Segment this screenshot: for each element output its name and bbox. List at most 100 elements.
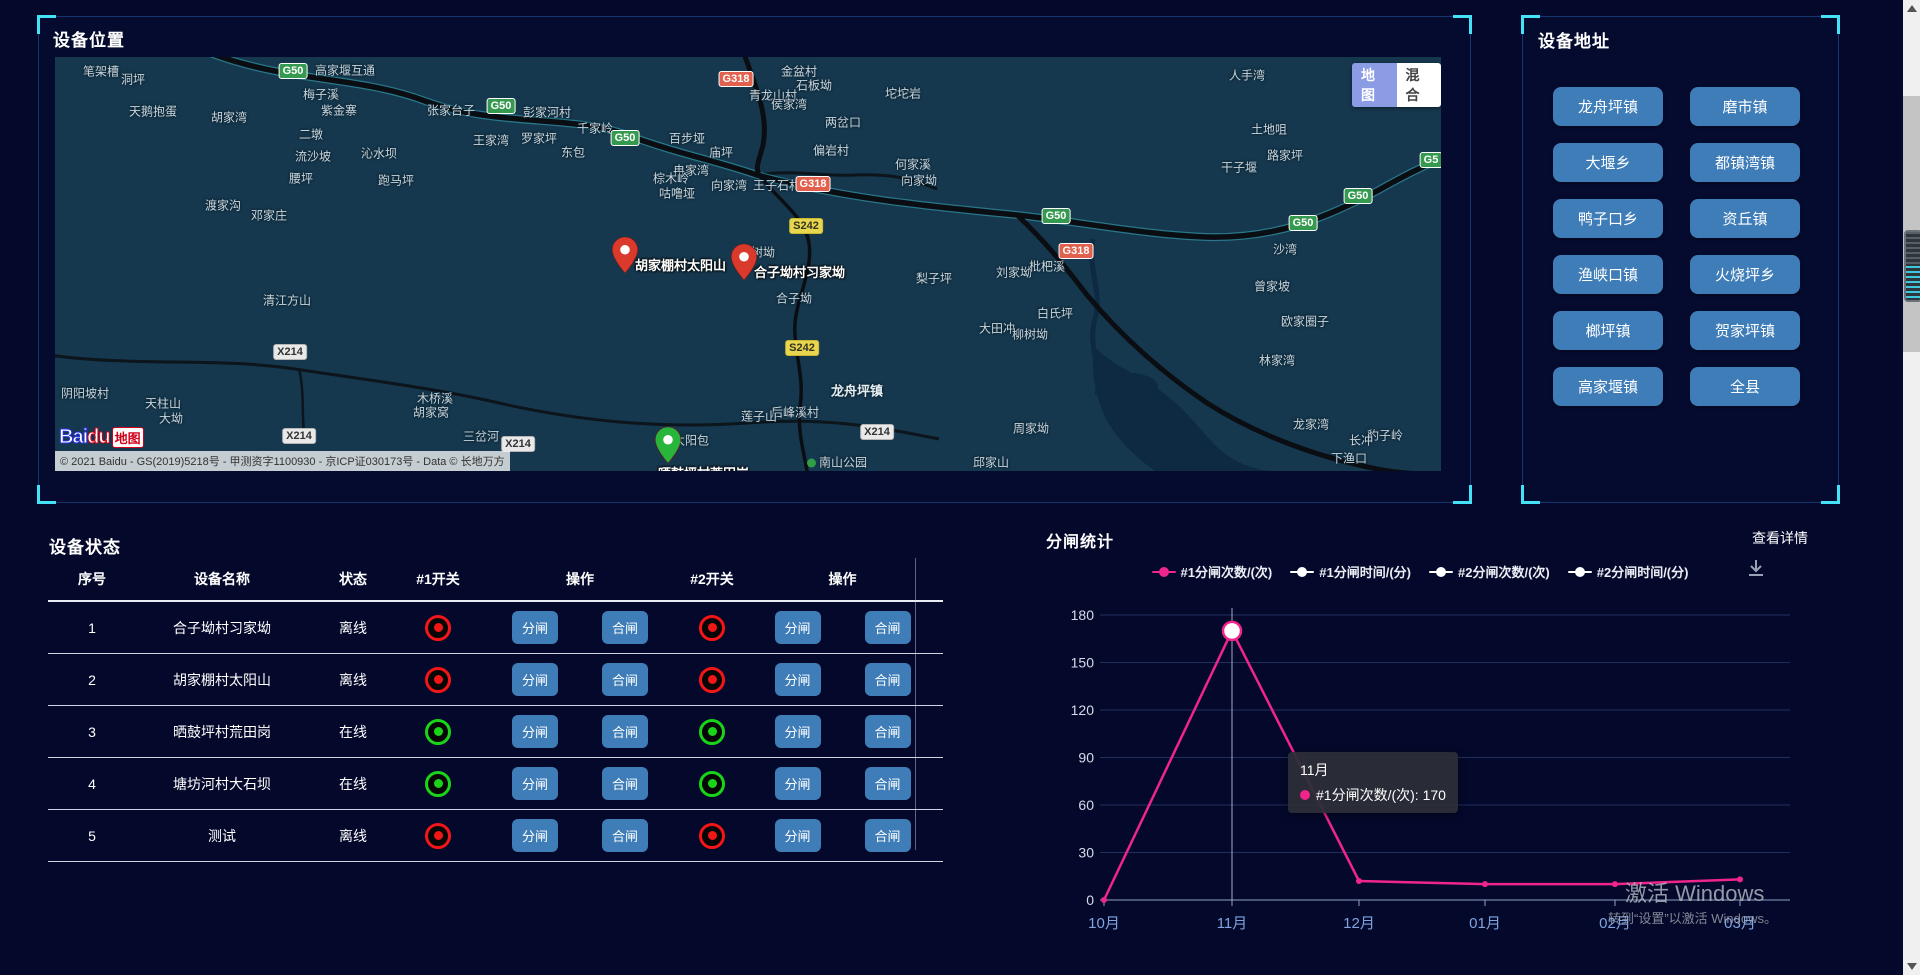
road-badge-X214: X214 [860, 424, 894, 440]
map-marker-label: 胡家棚村太阳山 [635, 255, 726, 274]
open-switch-button[interactable]: 分闸 [775, 663, 821, 696]
map-place-label: 龙舟坪镇 [831, 381, 883, 400]
map-marker-晒鼓坪村荒田岗[interactable] [655, 427, 681, 463]
row-actions: 分闸 合闸 [478, 767, 682, 800]
map-place-label: 柳树坳 [1012, 326, 1048, 343]
close-switch-button[interactable]: 合闸 [602, 663, 648, 696]
close-switch-button[interactable]: 合闸 [865, 611, 911, 644]
map-place-label: 张家台子 [427, 102, 475, 119]
table-scrollbar[interactable] [915, 558, 916, 850]
map-place-label: 石板坳 [796, 77, 832, 94]
open-switch-button[interactable]: 分闸 [775, 611, 821, 644]
map-place-label: 阴阳坡村 [61, 385, 109, 402]
close-switch-button[interactable]: 合闸 [602, 611, 648, 644]
row-index: 2 [48, 672, 136, 688]
legend-label: #1分闸次数/(次) [1181, 562, 1273, 581]
map-place-label: 罗家坪 [521, 130, 557, 147]
series-dot-icon [1300, 790, 1310, 800]
switch-on-indicator [425, 771, 451, 797]
map-type-option-混合[interactable]: 混合 [1397, 63, 1442, 107]
legend-marker-icon [1290, 571, 1314, 573]
map-place-label: 天鹅抱蛋 [129, 103, 177, 120]
open-switch-button[interactable]: 分闸 [775, 819, 821, 852]
address-button-大堰乡[interactable]: 大堰乡 [1553, 143, 1663, 182]
scrollbar-down-arrow-icon[interactable] [1907, 963, 1917, 970]
device-address-title: 设备地址 [1538, 27, 1610, 52]
open-switch-button[interactable]: 分闸 [512, 663, 558, 696]
open-switch-button[interactable]: 分闸 [512, 767, 558, 800]
address-button-grid: 龙舟坪镇磨市镇大堰乡都镇湾镇鸭子口乡资丘镇渔峡口镇火烧坪乡榔坪镇贺家坪镇高家堰镇… [1553, 87, 1800, 406]
address-button-都镇湾镇[interactable]: 都镇湾镇 [1690, 143, 1800, 182]
row-index: 3 [48, 724, 136, 740]
close-switch-button[interactable]: 合闸 [865, 819, 911, 852]
baidu-map[interactable]: 笔架槽洞坪天鹅抱蛋胡家湾高家堰互通梅子溪紫金寨二墩流沙坡沁水坝跑马坪腰坪渡家沟邓… [55, 57, 1441, 471]
svg-text:150: 150 [1071, 655, 1095, 671]
map-type-option-地图[interactable]: 地图 [1352, 63, 1397, 107]
map-place-label: 后峰溪村 [771, 404, 819, 421]
map-place-label: 莲子山 [741, 408, 777, 425]
open-switch-button[interactable]: 分闸 [512, 819, 558, 852]
map-place-label: 大坳 [159, 410, 183, 427]
address-button-鸭子口乡[interactable]: 鸭子口乡 [1553, 199, 1663, 238]
switch-indicator-cell [398, 719, 478, 745]
tooltip-value: #1分闸次数/(次): 170 [1316, 787, 1446, 803]
road-badge-G50: G50 [611, 130, 640, 146]
scrollbar-up-arrow-icon[interactable] [1907, 5, 1917, 12]
address-button-榔坪镇[interactable]: 榔坪镇 [1553, 311, 1663, 350]
address-button-渔峡口镇[interactable]: 渔峡口镇 [1553, 255, 1663, 294]
road-badge-G318: G318 [1059, 243, 1094, 259]
close-switch-button[interactable]: 合闸 [865, 767, 911, 800]
map-place-label: 龙家湾 [1293, 416, 1329, 433]
map-place-label: 东包 [561, 144, 585, 161]
table-row: 3晒鼓坪村荒田岗在线分闸合闸分闸合闸 [48, 706, 943, 758]
windows-activation-watermark: 激活 Windows [1625, 876, 1764, 908]
map-type-control[interactable]: 地图混合 [1352, 63, 1441, 107]
address-button-龙舟坪镇[interactable]: 龙舟坪镇 [1553, 87, 1663, 126]
address-button-火烧坪乡[interactable]: 火烧坪乡 [1690, 255, 1800, 294]
close-switch-button[interactable]: 合闸 [865, 715, 911, 748]
legend-item[interactable]: #1分闸次数/(次) [1152, 562, 1273, 581]
address-button-高家堰镇[interactable]: 高家堰镇 [1553, 367, 1663, 406]
dashboard-page: 设备位置 笔架槽洞坪天鹅抱蛋胡家湾高家堰互通梅子溪紫金寨二墩流沙坡沁水坝跑马坪腰… [0, 0, 1920, 975]
close-switch-button[interactable]: 合闸 [602, 715, 648, 748]
map-place-label: 人手湾 [1229, 67, 1265, 84]
legend-dot-icon [1159, 567, 1169, 577]
map-place-label: 彭家河村 [523, 104, 571, 121]
device-status: 在线 [308, 774, 398, 794]
address-button-全县[interactable]: 全县 [1690, 367, 1800, 406]
road-badge-G50: G50 [1344, 188, 1373, 204]
map-place-label: 腰坪 [289, 170, 313, 187]
scroll-indicator-widget[interactable] [1904, 230, 1920, 302]
map-place-label: 周家坳 [1013, 420, 1049, 437]
table-header-cell: 操作 [742, 569, 943, 589]
map-place-label: 沙湾 [1273, 241, 1297, 258]
map-place-label: 千家岭 [577, 120, 613, 137]
open-switch-button[interactable]: 分闸 [775, 767, 821, 800]
close-switch-button[interactable]: 合闸 [602, 767, 648, 800]
windows-activation-watermark-sub: 转到“设置”以激活 Windows。 [1608, 908, 1777, 927]
page-scrollbar[interactable] [1903, 0, 1920, 975]
map-place-label: 侯家湾 [771, 96, 807, 113]
close-switch-button[interactable]: 合闸 [602, 819, 648, 852]
address-button-资丘镇[interactable]: 资丘镇 [1690, 199, 1800, 238]
chart-legend: #1分闸次数/(次) #1分闸时间/(分) #2分闸次数/(次) #2分闸时间/(分) [1080, 562, 1760, 581]
svg-text:30: 30 [1078, 845, 1094, 861]
road-badge-G5: G5 [1420, 152, 1441, 168]
open-switch-button[interactable]: 分闸 [775, 715, 821, 748]
open-switch-button[interactable]: 分闸 [512, 611, 558, 644]
table-header-cell: 操作 [478, 569, 682, 589]
view-details-link[interactable]: 查看详情 [1752, 528, 1808, 548]
legend-item[interactable]: #1分闸时间/(分) [1290, 562, 1411, 581]
map-place-label: 二墩 [299, 126, 323, 143]
open-switch-button[interactable]: 分闸 [512, 715, 558, 748]
address-button-贺家坪镇[interactable]: 贺家坪镇 [1690, 311, 1800, 350]
legend-marker-icon [1568, 571, 1592, 573]
device-name: 塘坊河村大石坝 [136, 774, 308, 794]
legend-item[interactable]: #2分闸次数/(次) [1429, 562, 1550, 581]
scrollbar-thumb[interactable] [1903, 96, 1920, 352]
device-status-table: 序号设备名称状态#1开关操作#2开关操作1合子坳村习家坳离线分闸合闸分闸合闸2胡… [48, 558, 943, 862]
switch-on-indicator [699, 719, 725, 745]
address-button-磨市镇[interactable]: 磨市镇 [1690, 87, 1800, 126]
close-switch-button[interactable]: 合闸 [865, 663, 911, 696]
legend-item[interactable]: #2分闸时间/(分) [1568, 562, 1689, 581]
